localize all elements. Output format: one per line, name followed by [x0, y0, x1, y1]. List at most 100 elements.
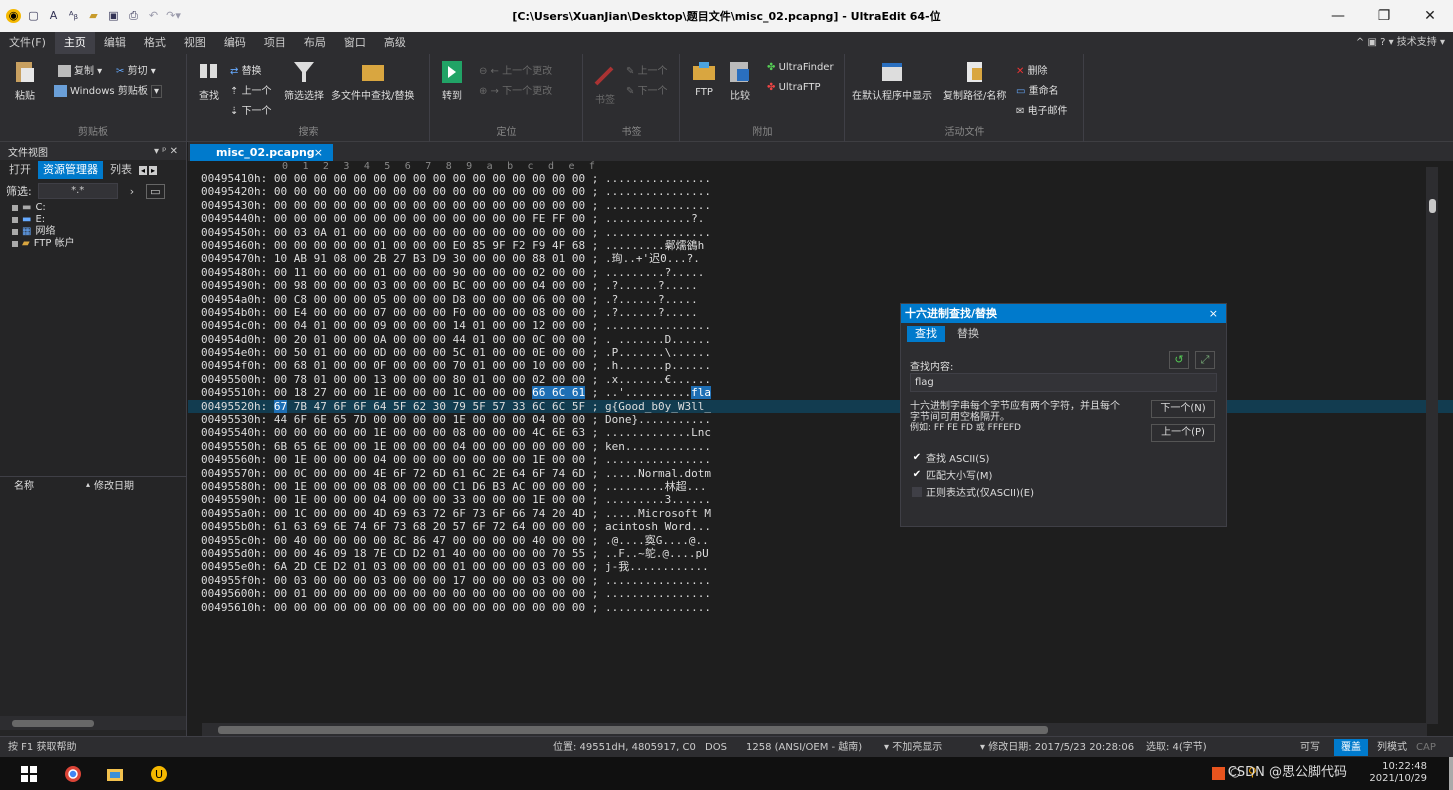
hex-ascii[interactable]: .........3......: [605, 493, 711, 506]
ftp-button[interactable]: FTP: [691, 60, 717, 98]
paste-button[interactable]: 粘贴: [12, 60, 38, 102]
expand-icon[interactable]: [12, 205, 18, 211]
status-writable[interactable]: 可写: [1300, 737, 1320, 758]
hex-row[interactable]: 00495500h: 00 78 01 00 00 13 00 00 00 80…: [188, 373, 1453, 386]
hex-ascii[interactable]: ................: [605, 601, 711, 614]
hex-bytes[interactable]: 00 00 00 00 00 00 00 00 00 00 00 00 00 0…: [274, 601, 585, 614]
hex-ascii[interactable]: .........林超...: [605, 480, 706, 493]
tab-replace[interactable]: 替换: [949, 326, 987, 342]
hex-row[interactable]: 00495440h: 00 00 00 00 00 00 00 00 00 00…: [188, 212, 1453, 225]
hex-row[interactable]: 004954d0h: 00 20 01 00 00 0A 00 00 00 44…: [188, 333, 1453, 346]
hex-row[interactable]: 004955f0h: 00 03 00 00 00 03 00 00 00 17…: [188, 574, 1453, 587]
ultraftp-button[interactable]: ✤ UltraFTP: [767, 82, 821, 93]
prev-change-button[interactable]: ⊖ ← 上一个更改: [479, 62, 552, 77]
hex-bytes[interactable]: 00 01 00 00 00 00 00 00 00 00 00 00 00 0…: [274, 587, 585, 600]
tab-explorer[interactable]: 资源管理器: [38, 161, 103, 179]
hex-bytes[interactable]: 10 AB 91 08 00 2B 27 B3 D9 30 00 00 00 8…: [274, 252, 585, 265]
hex-ascii[interactable]: ................: [605, 319, 711, 332]
tree-item-network[interactable]: ▦ 网络: [0, 226, 186, 238]
new-file-icon[interactable]: ▢: [26, 9, 41, 23]
minimize-button[interactable]: —: [1315, 0, 1361, 32]
tab-scroll-left-icon[interactable]: ◂: [139, 165, 148, 175]
find-prev-button[interactable]: ⇡ 上一个: [230, 82, 272, 97]
hex-ascii[interactable]: .............Lnc: [605, 426, 711, 439]
left-panel-horizontal-scrollbar[interactable]: [0, 716, 186, 730]
hex-ascii[interactable]: ................: [605, 574, 711, 587]
menu-encoding[interactable]: 编码: [215, 32, 255, 54]
tree-item-ftp-accounts[interactable]: ▰ FTP 帐户: [0, 238, 186, 250]
hex-row[interactable]: 004954c0h: 00 04 01 00 00 09 00 00 00 14…: [188, 319, 1453, 332]
font-icon[interactable]: A: [46, 9, 61, 23]
status-column-mode[interactable]: 列模式: [1377, 737, 1407, 758]
hex-row[interactable]: 004955c0h: 00 40 00 00 00 00 8C 86 47 00…: [188, 534, 1453, 547]
tree-item-c-drive[interactable]: ▬ C:: [0, 202, 186, 214]
hex-bytes[interactable]: 00 00 00 00 00 01 00 00 00 E0 85 9F F2 F…: [274, 239, 585, 252]
option-regex[interactable]: 正则表达式(仅ASCII)(E): [912, 484, 1034, 499]
hex-row[interactable]: 004955e0h: 6A 2D CE D2 01 03 00 00 00 01…: [188, 560, 1453, 573]
hex-bytes[interactable]: 6A 2D CE D2 01 03 00 00 00 01 00 00 00 0…: [274, 560, 585, 573]
hex-bytes[interactable]: 61 63 69 6E 74 6F 73 68 20 57 6F 72 64 0…: [274, 520, 585, 533]
tab-find[interactable]: 查找: [907, 326, 945, 342]
hex-row[interactable]: 004955a0h: 00 1C 00 00 00 4D 69 63 72 6F…: [188, 507, 1453, 520]
windows-start-icon[interactable]: [20, 765, 38, 783]
expand-dialog-icon[interactable]: ⤢: [1195, 351, 1215, 369]
hex-ascii[interactable]: .?......?.....: [605, 306, 698, 319]
menu-window[interactable]: 窗口: [335, 32, 375, 54]
copy-path-button[interactable]: 复制路径/名称: [943, 60, 1006, 102]
checkbox-checked-icon[interactable]: ✔: [912, 469, 922, 480]
hex-ascii[interactable]: g{Good_b0y_W3ll_: [605, 400, 711, 413]
hex-row[interactable]: 00495580h: 00 1E 00 00 00 08 00 00 00 C1…: [188, 480, 1453, 493]
option-match-case[interactable]: ✔ 匹配大小写(M): [912, 467, 993, 482]
compare-button[interactable]: 比较: [727, 60, 753, 102]
menu-project[interactable]: 项目: [255, 32, 295, 54]
show-desktop-button[interactable]: [1449, 757, 1453, 790]
hex-ascii[interactable]: .P.......\......: [605, 346, 711, 359]
hex-ascii[interactable]: .x.......€......: [605, 373, 711, 386]
hex-row[interactable]: 00495560h: 00 1E 00 00 00 04 00 00 00 00…: [188, 453, 1453, 466]
hex-ascii[interactable]: Done}...........: [605, 413, 711, 426]
hex-row[interactable]: 004954a0h: 00 C8 00 00 00 05 00 00 00 D8…: [188, 293, 1453, 306]
hex-bytes[interactable]: 00 00 00 00 00 00 00 00 00 00 00 00 00 0…: [274, 185, 585, 198]
spellcheck-icon[interactable]: ᴬᵦ: [66, 9, 81, 23]
hex-bytes[interactable]: 00 68 01 00 00 0F 00 00 00 70 01 00 00 1…: [274, 359, 585, 372]
windows-clipboard-button[interactable]: Windows 剪贴板 ▾: [54, 82, 163, 98]
hex-row[interactable]: 00495540h: 00 00 00 00 00 1E 00 00 00 08…: [188, 426, 1453, 439]
hex-bytes[interactable]: 00 E4 00 00 00 07 00 00 00 F0 00 00 00 0…: [274, 306, 585, 319]
hex-row[interactable]: 004954b0h: 00 E4 00 00 00 07 00 00 00 F0…: [188, 306, 1453, 319]
hex-bytes[interactable]: 00 11 00 00 00 01 00 00 00 90 00 00 00 0…: [274, 266, 585, 279]
hex-row[interactable]: 00495460h: 00 00 00 00 00 01 00 00 00 E0…: [188, 239, 1453, 252]
hex-ascii[interactable]: ..F..~鸵.@....pU: [605, 547, 709, 560]
bookmark-button[interactable]: 书签: [592, 64, 618, 106]
status-line-ending[interactable]: DOS: [705, 737, 727, 758]
expand-icon[interactable]: [12, 217, 18, 223]
email-file-button[interactable]: ✉ 电子邮件: [1016, 102, 1068, 117]
hex-ascii[interactable]: .?......?.....: [605, 279, 698, 292]
dialog-close-icon[interactable]: ×: [1209, 304, 1218, 323]
hex-ascii[interactable]: .h.......p......: [605, 359, 711, 372]
scrollbar-thumb[interactable]: [1429, 199, 1436, 213]
column-name[interactable]: 名称: [0, 477, 86, 492]
hex-ascii[interactable]: .........鄵燸鵒h: [605, 239, 704, 252]
hex-ascii[interactable]: .............?.: [605, 212, 704, 225]
next-bookmark-button[interactable]: ✎ 下一个: [626, 82, 668, 97]
hex-bytes[interactable]: 00 0C 00 00 00 4E 6F 72 6D 61 6C 2E 64 6…: [274, 467, 585, 480]
scrollbar-thumb[interactable]: [12, 720, 94, 727]
hex-bytes[interactable]: 44 6F 6E 65 7D 00 00 00 00 1E 00 00 00 0…: [274, 413, 585, 426]
open-folder-icon[interactable]: ▰: [86, 9, 101, 23]
hex-ascii[interactable]: ................: [605, 172, 711, 185]
hex-row[interactable]: 00495410h: 00 00 00 00 00 00 00 00 00 00…: [188, 172, 1453, 185]
show-in-default-program-button[interactable]: 在默认程序中显示: [852, 60, 932, 102]
hex-bytes[interactable]: 00 1C 00 00 00 4D 69 63 72 6F 73 6F 66 7…: [274, 507, 585, 520]
cut-button[interactable]: ✂ 剪切 ▾: [116, 62, 156, 77]
hex-row[interactable]: 00495550h: 6B 65 6E 00 00 1E 00 00 00 04…: [188, 440, 1453, 453]
hex-row[interactable]: 00495490h: 00 98 00 00 00 03 00 00 00 BC…: [188, 279, 1453, 292]
hex-ascii[interactable]: . .......D......: [605, 333, 711, 346]
find-button[interactable]: 查找: [196, 60, 222, 102]
hex-ascii[interactable]: ................: [605, 226, 711, 239]
redo-icon[interactable]: ↷▾: [166, 9, 181, 23]
hex-bytes[interactable]: 00 04 01 00 00 09 00 00 00 14 01 00 00 1…: [274, 319, 585, 332]
hex-bytes[interactable]: 00 00 46 09 18 7E CD D2 01 40 00 00 00 0…: [274, 547, 585, 560]
find-content-input[interactable]: flag: [910, 373, 1217, 392]
column-modified-date[interactable]: 修改日期: [94, 477, 134, 492]
checkbox-checked-icon[interactable]: ✔: [912, 452, 922, 463]
